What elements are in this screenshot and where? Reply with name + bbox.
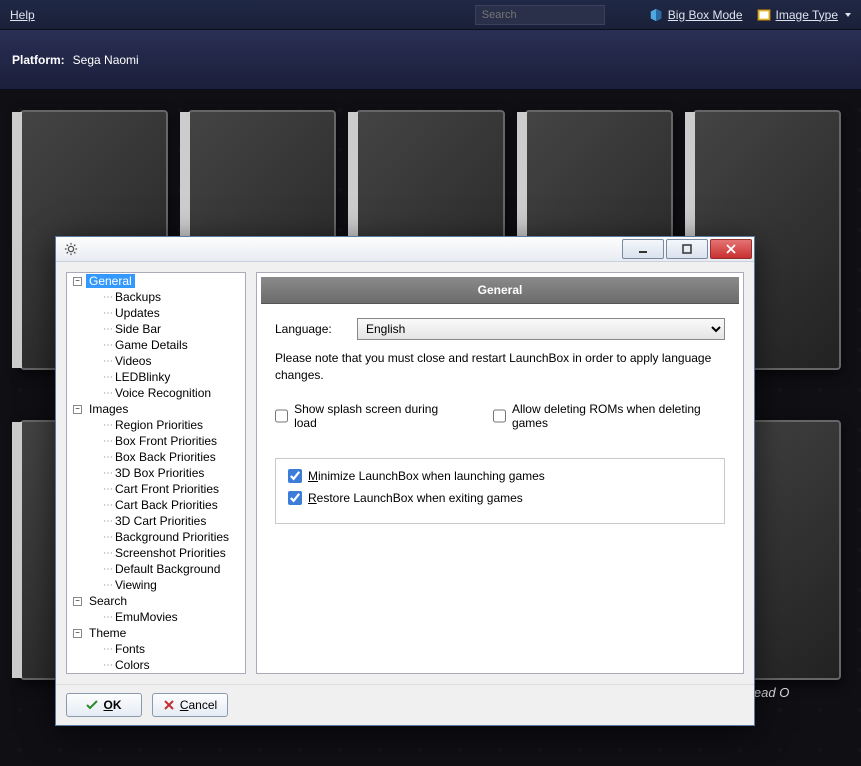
tree-node-search[interactable]: − Search — [67, 593, 245, 609]
tree-item[interactable]: ⋯Screenshot Priorities — [87, 545, 245, 561]
cube-icon — [649, 8, 663, 22]
collapse-icon[interactable]: − — [73, 277, 82, 286]
image-type-label: Image Type — [776, 8, 838, 22]
tree-item[interactable]: ⋯3D Cart Priorities — [87, 513, 245, 529]
big-box-mode-button[interactable]: Big Box Mode — [649, 8, 743, 22]
tree-item[interactable]: ⋯3D Box Priorities — [87, 465, 245, 481]
image-icon — [757, 8, 771, 22]
tree-item[interactable]: ⋯Updates — [87, 305, 245, 321]
tree-item[interactable]: ⋯Viewing — [87, 577, 245, 593]
tree-node-images[interactable]: − Images — [67, 401, 245, 417]
platform-label: Platform: — [12, 53, 65, 67]
tree-item[interactable]: ⋯Box Back Priorities — [87, 449, 245, 465]
splash-label: Show splash screen during load — [294, 402, 453, 430]
tree-item[interactable]: ⋯Cart Front Priorities — [87, 481, 245, 497]
allow-delete-label: Allow deleting ROMs when deleting games — [512, 402, 725, 430]
chevron-down-icon — [845, 13, 851, 17]
maximize-button[interactable] — [666, 239, 708, 259]
tree-item[interactable]: ⋯Colors — [87, 657, 245, 673]
allow-delete-checkbox[interactable] — [493, 409, 506, 423]
dialog-titlebar[interactable] — [56, 237, 754, 262]
minimize-label: Minimize LaunchBox when launching games — [308, 469, 545, 483]
language-select[interactable]: English — [357, 318, 725, 340]
tree-item[interactable]: ⋯Fonts — [87, 641, 245, 657]
tree-item[interactable]: ⋯Game Details — [87, 337, 245, 353]
language-label: Language: — [275, 322, 345, 336]
launch-options-group: Minimize LaunchBox when launching games … — [275, 458, 725, 524]
tree-item[interactable]: ⋯Voice Recognition — [87, 385, 245, 401]
options-tree[interactable]: − General ⋯Backups ⋯Updates ⋯Side Bar ⋯G… — [66, 272, 246, 674]
options-dialog: − General ⋯Backups ⋯Updates ⋯Side Bar ⋯G… — [55, 236, 755, 726]
minimize-button[interactable] — [622, 239, 664, 259]
tree-item[interactable]: ⋯Box Front Priorities — [87, 433, 245, 449]
collapse-icon[interactable]: − — [73, 629, 82, 638]
gear-icon — [64, 242, 78, 256]
section-header: General — [261, 277, 739, 304]
x-icon — [163, 699, 175, 711]
tree-item[interactable]: ⋯LEDBlinky — [87, 369, 245, 385]
ok-button[interactable]: OK — [66, 693, 142, 717]
search-input[interactable] — [475, 5, 605, 25]
tree-item[interactable]: ⋯Cart Back Priorities — [87, 497, 245, 513]
tree-item[interactable]: ⋯Region Priorities — [87, 417, 245, 433]
tree-item[interactable]: ⋯EmuMovies — [87, 609, 245, 625]
collapse-icon[interactable]: − — [73, 597, 82, 606]
big-box-label: Big Box Mode — [668, 8, 743, 22]
restore-label: Restore LaunchBox when exiting games — [308, 491, 523, 505]
tree-item[interactable]: ⋯Backups — [87, 289, 245, 305]
tree-node-general[interactable]: − General — [67, 273, 245, 289]
platform-value: Sega Naomi — [73, 53, 139, 67]
image-type-button[interactable]: Image Type — [757, 8, 851, 22]
minimize-checkbox[interactable] — [288, 469, 302, 483]
tree-item[interactable]: ⋯Videos — [87, 353, 245, 369]
splash-checkbox[interactable] — [275, 409, 288, 423]
tree-item[interactable]: ⋯Default Background — [87, 561, 245, 577]
menu-help[interactable]: Help — [10, 8, 35, 22]
platform-bar: Platform: Sega Naomi — [0, 30, 861, 90]
tree-item[interactable]: ⋯Side Bar — [87, 321, 245, 337]
tree-item[interactable]: ⋯Background Priorities — [87, 529, 245, 545]
close-button[interactable] — [710, 239, 752, 259]
options-content: General Language: English Please note th… — [256, 272, 744, 674]
cancel-button[interactable]: Cancel — [152, 693, 228, 717]
tree-node-theme[interactable]: − Theme — [67, 625, 245, 641]
check-icon — [86, 699, 98, 711]
collapse-icon[interactable]: − — [73, 405, 82, 414]
language-note: Please note that you must close and rest… — [275, 350, 725, 384]
restore-checkbox[interactable] — [288, 491, 302, 505]
